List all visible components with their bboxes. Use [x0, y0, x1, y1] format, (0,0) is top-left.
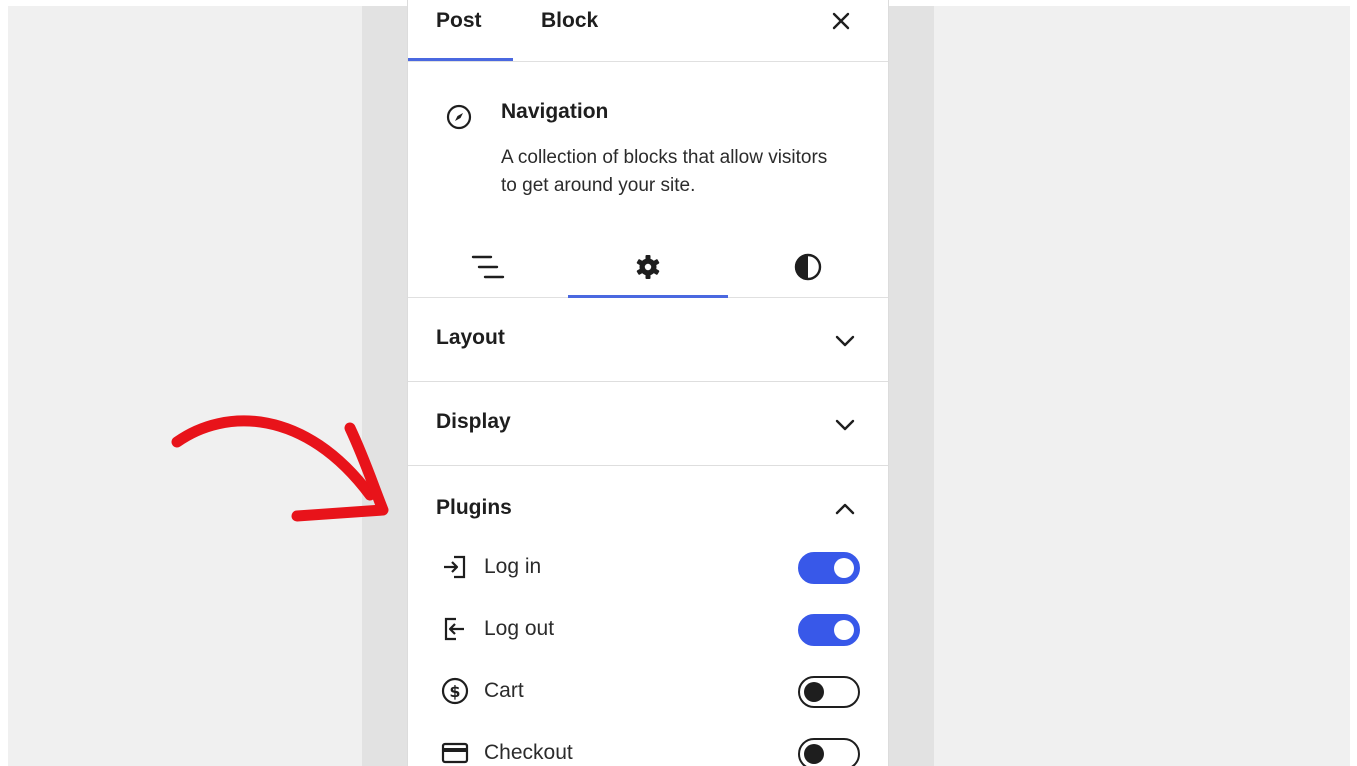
- block-card: Navigation A collection of blocks that a…: [408, 62, 888, 298]
- compass-icon: [446, 104, 472, 130]
- section-title-plugins: Plugins: [436, 496, 512, 519]
- plugin-label: Log out: [484, 617, 555, 640]
- annotation-arrow: [171, 415, 389, 522]
- tab-settings[interactable]: [568, 239, 728, 295]
- block-settings-sidebar: Post Block Navigation A collection of bl…: [407, 0, 889, 766]
- plugin-label: Cart: [484, 679, 524, 702]
- plugin-row-logout: Log out: [408, 600, 888, 662]
- chevron-down-icon: [835, 335, 855, 347]
- tab-list-view[interactable]: [408, 239, 568, 295]
- right-edge: [1350, 0, 1357, 766]
- logout-icon: [444, 617, 464, 641]
- panel-plugins: Plugins Log in Log out $ Cart Checkout: [408, 466, 888, 766]
- close-icon: [832, 12, 850, 30]
- gear-icon: [636, 255, 660, 279]
- plugin-label: Checkout: [484, 741, 573, 764]
- dollar-circle-icon: $: [441, 677, 469, 705]
- logout-toggle[interactable]: [798, 614, 860, 646]
- panel-display[interactable]: Display: [408, 382, 888, 466]
- section-title-display: Display: [436, 410, 511, 433]
- block-title: Navigation: [501, 100, 609, 123]
- chevron-up-icon: [835, 503, 855, 515]
- plugin-label: Log in: [484, 555, 542, 578]
- section-title-layout: Layout: [436, 326, 505, 349]
- block-inspector-tabs: [408, 239, 888, 298]
- list-view-icon: [471, 255, 505, 279]
- chevron-down-icon: [835, 419, 855, 431]
- login-icon: [444, 555, 466, 579]
- left-edge: [0, 0, 8, 766]
- panel-plugins-header[interactable]: Plugins: [408, 466, 888, 548]
- close-button[interactable]: [826, 6, 856, 36]
- contrast-icon: [794, 253, 822, 281]
- tab-styles[interactable]: [728, 239, 888, 295]
- tab-block[interactable]: Block: [541, 0, 598, 44]
- card-icon: [441, 742, 469, 764]
- active-tab-indicator: [408, 58, 513, 61]
- sidebar-tabs: Post Block: [408, 0, 888, 62]
- checkout-toggle[interactable]: [798, 738, 860, 766]
- plugin-row-checkout: Checkout: [408, 724, 888, 766]
- panel-layout[interactable]: Layout: [408, 298, 888, 382]
- block-description: A collection of blocks that allow visito…: [501, 147, 828, 196]
- tab-post[interactable]: Post: [436, 0, 482, 44]
- plugin-row-login: Log in: [408, 538, 888, 600]
- plugin-row-cart: $ Cart: [408, 662, 888, 724]
- cart-toggle[interactable]: [798, 676, 860, 708]
- login-toggle[interactable]: [798, 552, 860, 584]
- svg-text:$: $: [449, 682, 460, 701]
